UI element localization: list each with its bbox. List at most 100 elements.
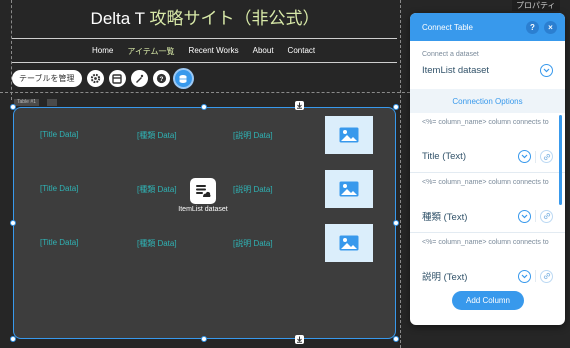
element-tag-extra	[47, 99, 57, 106]
cell-title[interactable]: [Title Data]	[40, 184, 78, 193]
resize-handle-tr[interactable]	[393, 104, 399, 110]
table-toolbar: テーブルを管理 ?	[12, 70, 192, 87]
dataset-icon	[196, 185, 211, 197]
dataset-label: ItemList dataset	[178, 206, 228, 213]
column-dropdown[interactable]: Title (Text)	[422, 150, 553, 163]
panel-title: Connect Table	[422, 22, 473, 32]
connect-data-button[interactable]	[174, 70, 192, 87]
resize-handle-ml[interactable]	[10, 220, 16, 226]
link-icon	[543, 272, 550, 280]
add-column-button[interactable]: Add Column	[452, 291, 524, 310]
divider	[535, 270, 536, 282]
dataset-prompt: Connect a dataset	[422, 51, 479, 58]
panel-help-button[interactable]: ?	[526, 20, 539, 34]
site-title-main: Delta T	[90, 9, 150, 28]
site-nav: Home アイテム一覧 Recent Works About Contact	[92, 46, 329, 57]
element-tag: Table #1	[14, 99, 39, 106]
cell-title[interactable]: [Title Data]	[40, 130, 78, 139]
divider	[535, 210, 536, 222]
resize-handle-mr[interactable]	[393, 220, 399, 226]
resize-handle-tl[interactable]	[10, 104, 16, 110]
header-divider-bottom	[12, 62, 397, 63]
header-divider-top	[12, 38, 397, 39]
resize-handle-br[interactable]	[393, 336, 399, 342]
cell-desc[interactable]: [説明 Data]	[233, 238, 273, 249]
manage-table-button[interactable]: テーブルを管理	[12, 70, 82, 87]
cell-type[interactable]: [種類 Data]	[137, 184, 177, 195]
gear-icon	[90, 73, 100, 84]
connect-table-panel: Connect Table ? × Connect a dataset Item…	[410, 13, 565, 325]
close-icon: ×	[548, 22, 553, 32]
cell-title[interactable]: [Title Data]	[40, 238, 78, 247]
image-placeholder[interactable]	[325, 116, 373, 154]
help-icon: ?	[530, 22, 535, 32]
column-connection: <%= column_name> column connects to 説明 (…	[410, 233, 565, 292]
column-link-button[interactable]	[540, 150, 553, 163]
resize-handle-bl[interactable]	[10, 336, 16, 342]
nav-item-contact[interactable]: Contact	[288, 46, 316, 57]
column-connection: <%= column_name> column connects to Titl…	[410, 113, 565, 172]
column-value: 種類 (Text)	[422, 212, 468, 223]
column-link-button[interactable]	[540, 209, 553, 223]
column-connection: <%= column_name> column connects to 種類 (…	[410, 173, 565, 232]
column-value: 説明 (Text)	[422, 272, 468, 283]
panel-scrollbar[interactable]	[559, 115, 562, 205]
design-button[interactable]	[130, 70, 148, 87]
nav-item-recent-works[interactable]: Recent Works	[189, 46, 239, 57]
connection-options-heading: Connection Options	[410, 89, 565, 113]
cell-desc[interactable]: [説明 Data]	[233, 130, 273, 141]
image-icon	[339, 181, 359, 197]
chevron-down-icon	[543, 68, 550, 73]
layout-button[interactable]	[108, 70, 126, 87]
column-value: Title (Text)	[422, 151, 466, 162]
chevron-down-icon	[521, 154, 528, 159]
column-dropdown-toggle[interactable]	[518, 209, 531, 223]
database-icon	[179, 74, 187, 83]
resize-handle-bm[interactable]	[201, 336, 207, 342]
column-prompt: <%= column_name> column connects to	[422, 119, 549, 126]
dataset-dropdown[interactable]: ItemList dataset	[422, 64, 553, 77]
guide-line-right	[400, 0, 401, 348]
dataset-dropdown-toggle[interactable]	[540, 64, 553, 77]
dataset-value: ItemList dataset	[422, 65, 490, 76]
site-title-sub: 攻略サイト（非公式）	[149, 9, 320, 28]
cell-type[interactable]: [種類 Data]	[137, 130, 177, 141]
image-icon	[339, 235, 359, 251]
stretch-handle-top[interactable]	[295, 101, 304, 110]
column-dropdown[interactable]: 説明 (Text)	[422, 269, 553, 283]
image-placeholder[interactable]	[325, 170, 373, 208]
column-dropdown-toggle[interactable]	[518, 269, 531, 283]
dataset-section: Connect a dataset ItemList dataset	[410, 41, 565, 89]
layout-icon	[112, 73, 122, 84]
help-icon: ?	[156, 73, 166, 84]
nav-item-home[interactable]: Home	[92, 46, 113, 57]
chevron-down-icon	[521, 214, 528, 218]
chevron-down-icon	[521, 274, 528, 278]
column-dropdown[interactable]: 種類 (Text)	[422, 209, 553, 223]
help-button[interactable]: ?	[152, 70, 170, 87]
cell-desc[interactable]: [説明 Data]	[233, 184, 273, 195]
site-title: Delta T 攻略サイト（非公式）	[0, 4, 410, 29]
link-icon	[543, 212, 550, 220]
image-placeholder[interactable]	[325, 224, 373, 262]
nav-item-items[interactable]: アイテム一覧	[127, 46, 174, 57]
column-prompt: <%= column_name> column connects to	[422, 239, 549, 246]
link-icon	[543, 153, 550, 160]
dataset-badge[interactable]	[190, 178, 216, 204]
panel-close-button[interactable]: ×	[544, 20, 557, 34]
nav-item-about[interactable]: About	[253, 46, 274, 57]
pen-icon	[136, 74, 144, 83]
column-link-button[interactable]	[540, 269, 553, 283]
column-dropdown-toggle[interactable]	[518, 150, 531, 163]
resize-handle-tm[interactable]	[201, 104, 207, 110]
download-icon	[297, 102, 302, 109]
image-icon	[339, 127, 359, 143]
column-prompt: <%= column_name> column connects to	[422, 179, 549, 186]
svg-text:?: ?	[159, 76, 163, 83]
download-icon	[297, 336, 302, 343]
stretch-handle-bottom[interactable]	[295, 335, 304, 344]
divider	[535, 150, 536, 163]
settings-button[interactable]	[86, 70, 104, 87]
cell-type[interactable]: [種類 Data]	[137, 238, 177, 249]
properties-label: プロパティ	[512, 0, 560, 11]
